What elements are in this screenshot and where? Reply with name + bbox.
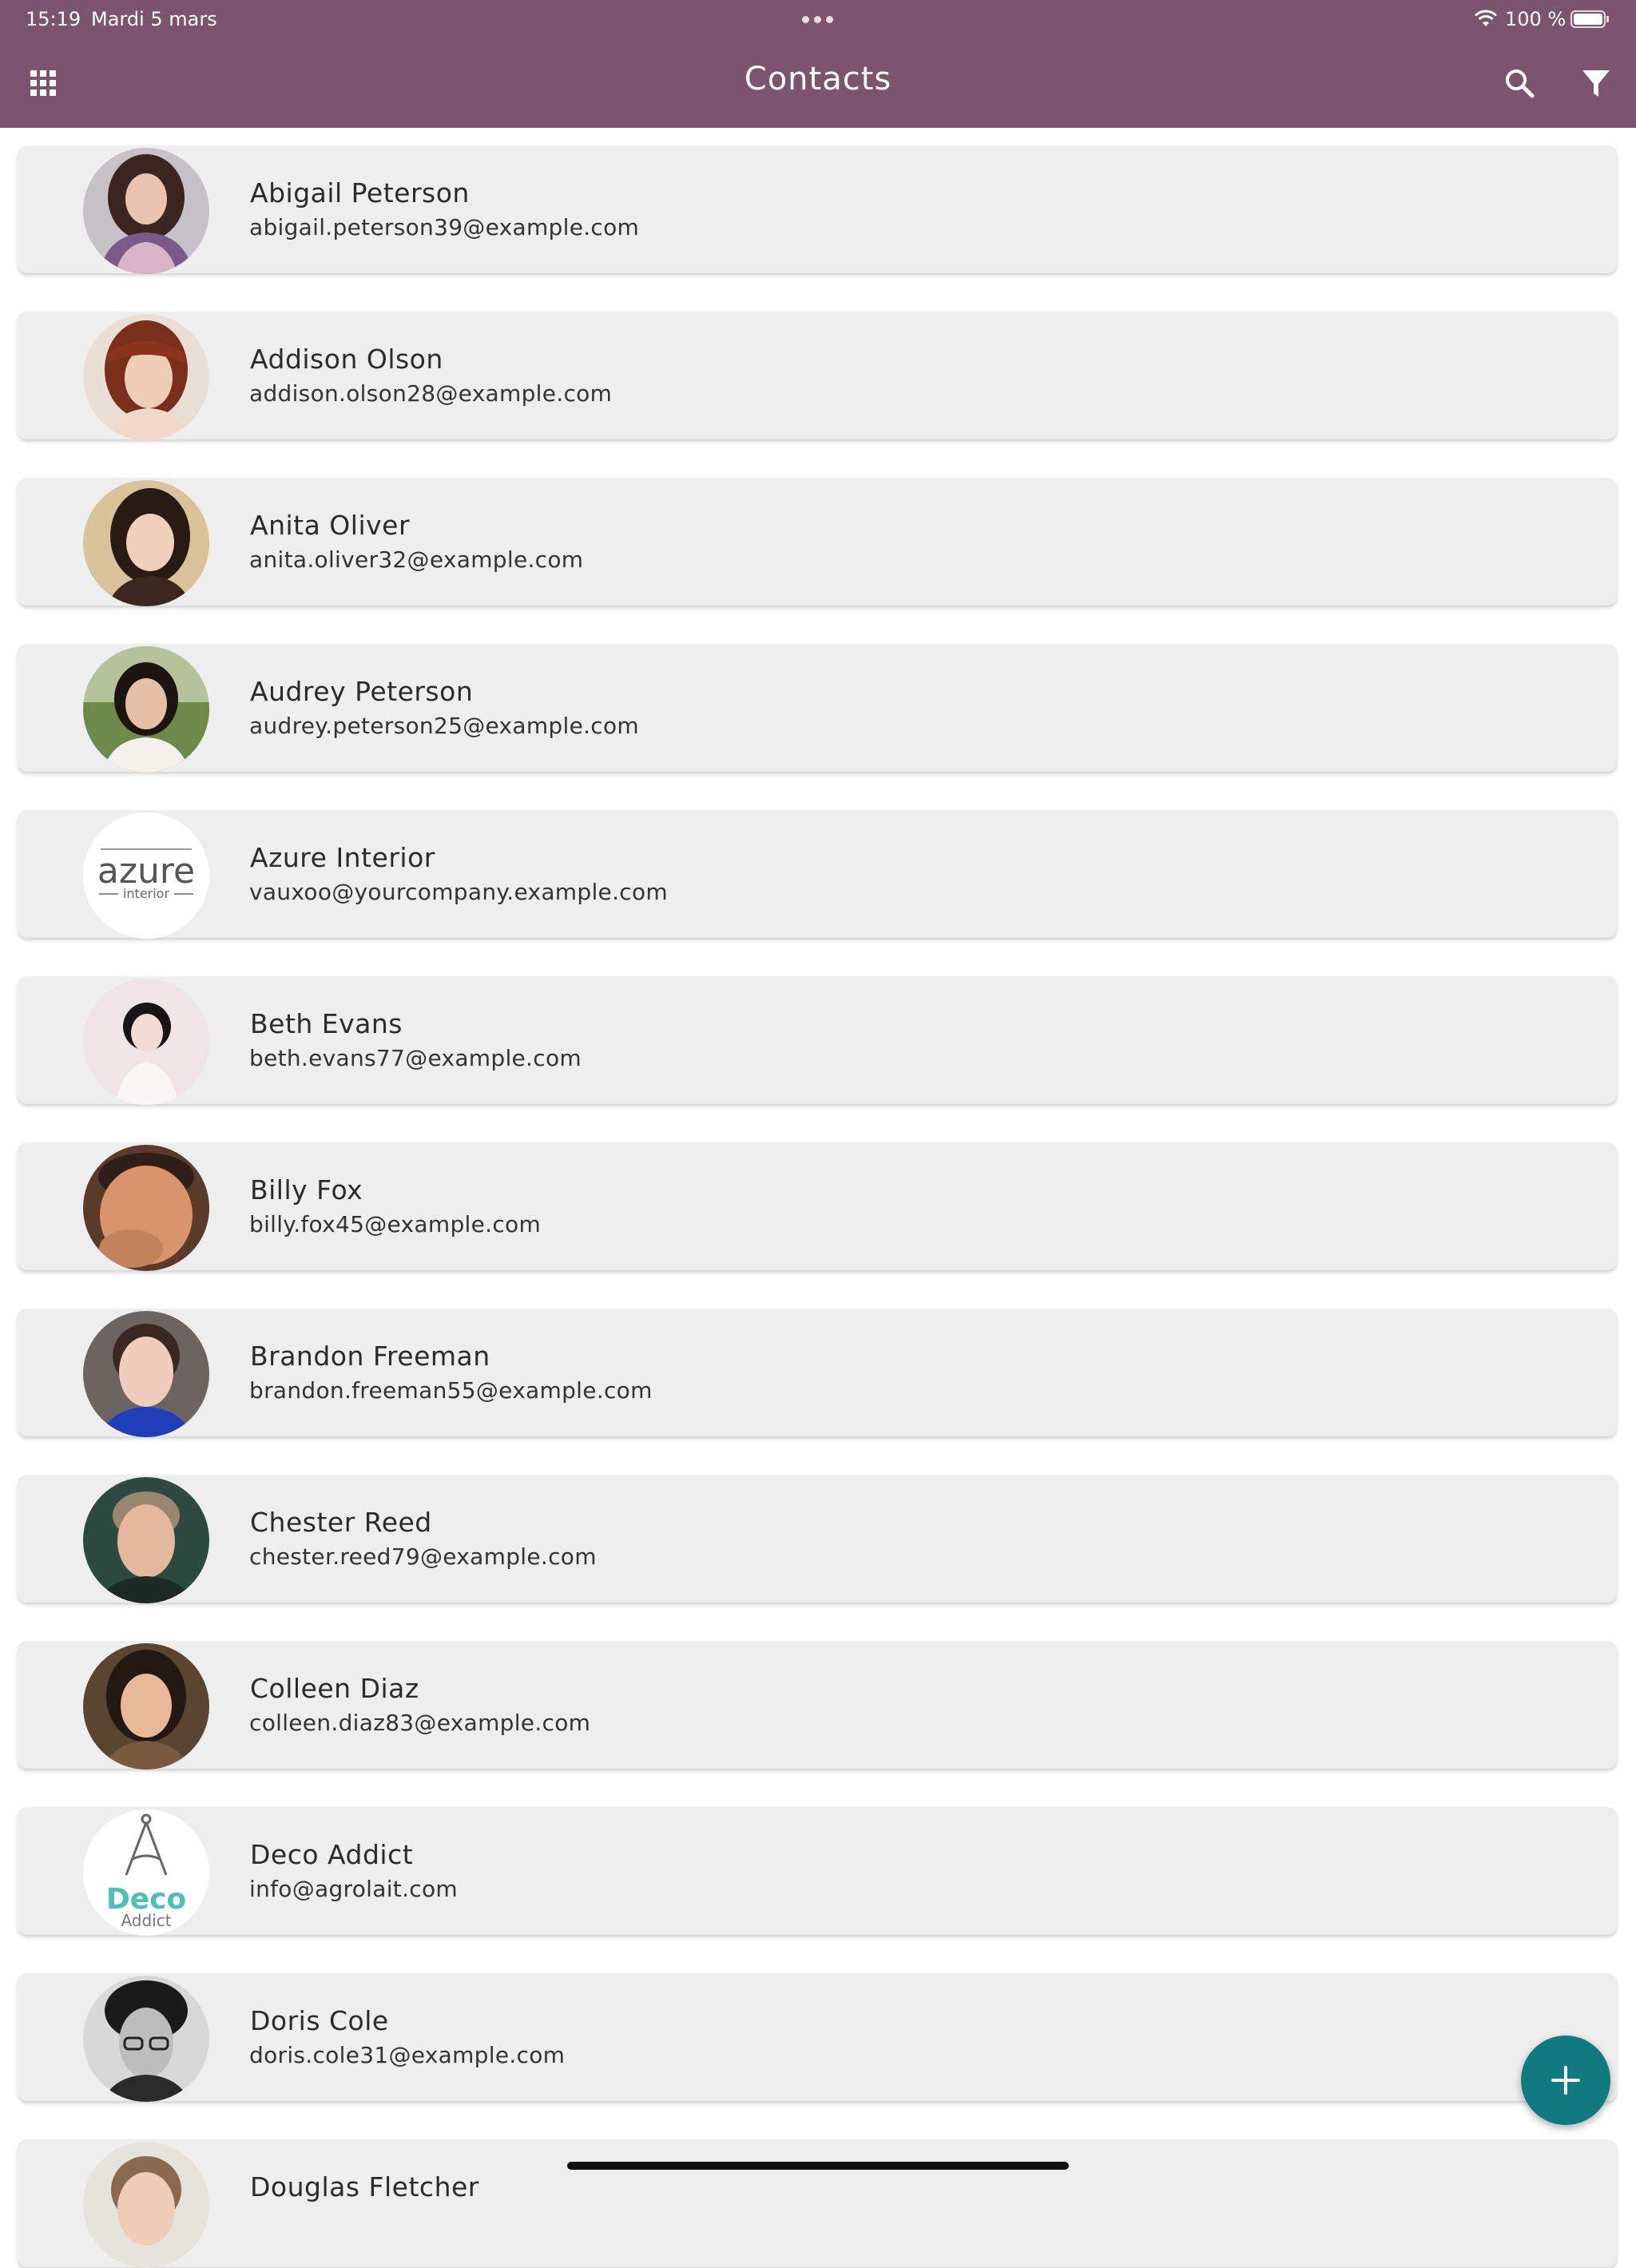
contact-name: Addison Olson [250, 344, 443, 375]
home-indicator[interactable] [567, 2162, 1069, 2170]
contact-card[interactable]: Audrey Peterson audrey.peterson25@exampl… [18, 644, 1617, 773]
avatar [83, 2142, 209, 2268]
filter-icon[interactable] [1582, 69, 1610, 99]
contact-card[interactable]: Beth Evans beth.evans77@example.com [18, 976, 1617, 1105]
avatar [83, 1477, 209, 1603]
contact-name: Beth Evans [250, 1008, 403, 1039]
contact-email: brandon.freeman55@example.com [249, 1377, 653, 1404]
status-bar: 15:19 Mardi 5 mars 100 % [0, 0, 1636, 38]
contact-name: Deco Addict [250, 1839, 414, 1870]
contact-card[interactable]: Douglas Fletcher [18, 2139, 1617, 2268]
deco-logo-subtext: Addict [121, 1911, 171, 1930]
avatar: azure interior [83, 812, 209, 939]
contact-card[interactable]: azure interior Azure Interior vauxoo@you… [18, 810, 1617, 939]
contact-name: Azure Interior [250, 842, 435, 873]
contact-email: billy.fox45@example.com [249, 1211, 542, 1237]
avatar [83, 979, 209, 1105]
azure-logo-subtext: interior [123, 886, 170, 901]
contact-name: Brandon Freeman [250, 1341, 490, 1372]
avatar [83, 480, 209, 606]
contact-card[interactable]: Chester Reed chester.reed79@example.com [18, 1475, 1617, 1603]
status-date: Mardi 5 mars [91, 8, 217, 30]
battery-icon [1570, 10, 1609, 28]
multitasking-dots-icon[interactable] [800, 8, 836, 30]
contact-name: Douglas Fletcher [250, 2171, 479, 2202]
contact-name: Audrey Peterson [250, 676, 474, 707]
contact-card[interactable]: Billy Fox billy.fox45@example.com [18, 1142, 1617, 1271]
contact-card[interactable]: Doris Cole doris.cole31@example.com [18, 1973, 1617, 2102]
contact-email: beth.evans77@example.com [249, 1045, 582, 1071]
contact-email: colleen.diaz83@example.com [249, 1710, 591, 1736]
contact-email: chester.reed79@example.com [249, 1543, 597, 1570]
status-time: 15:19 [26, 8, 81, 30]
contact-card[interactable]: Colleen Diaz colleen.diaz83@example.com [18, 1641, 1617, 1770]
contact-email: doris.cole31@example.com [249, 2042, 566, 2068]
avatar [83, 1643, 209, 1770]
contact-name: Billy Fox [250, 1174, 363, 1205]
contact-email: anita.oliver32@example.com [249, 546, 584, 573]
app-header: 15:19 Mardi 5 mars 100 % Contacts [0, 0, 1636, 128]
contact-card[interactable]: Abigail Peterson abigail.peterson39@exam… [18, 145, 1617, 274]
contact-email: abigail.peterson39@example.com [249, 214, 640, 240]
plus-icon [1551, 2066, 1580, 2095]
wifi-icon [1474, 10, 1498, 26]
contact-email: info@agrolait.com [249, 1876, 458, 1902]
contact-card[interactable]: Anita Oliver anita.oliver32@example.com [18, 478, 1617, 606]
add-contact-button[interactable] [1521, 2036, 1610, 2125]
avatar [83, 646, 209, 773]
contact-email: addison.olson28@example.com [249, 380, 613, 407]
page-title: Contacts [744, 61, 892, 97]
avatar [83, 1311, 209, 1437]
contact-name: Doris Cole [250, 2005, 389, 2036]
avatar [83, 314, 209, 440]
contact-card[interactable]: Deco Addict Deco Addict info@agrolait.co… [18, 1807, 1617, 1936]
battery-percentage: 100 % [1505, 8, 1567, 30]
contact-card[interactable]: Brandon Freeman brandon.freeman55@exampl… [18, 1309, 1617, 1437]
avatar [83, 148, 209, 274]
avatar: Deco Addict [83, 1809, 209, 1936]
contact-name: Chester Reed [250, 1507, 432, 1538]
contact-email: vauxoo@yourcompany.example.com [249, 879, 668, 905]
contact-name: Abigail Peterson [250, 177, 470, 209]
contact-email: audrey.peterson25@example.com [249, 713, 640, 739]
search-icon[interactable] [1503, 67, 1535, 99]
avatar [83, 1145, 209, 1271]
contact-name: Anita Oliver [250, 510, 411, 541]
contact-name: Colleen Diaz [250, 1673, 419, 1704]
contact-card[interactable]: Addison Olson addison.olson28@example.co… [18, 312, 1617, 440]
avatar [83, 1976, 209, 2102]
